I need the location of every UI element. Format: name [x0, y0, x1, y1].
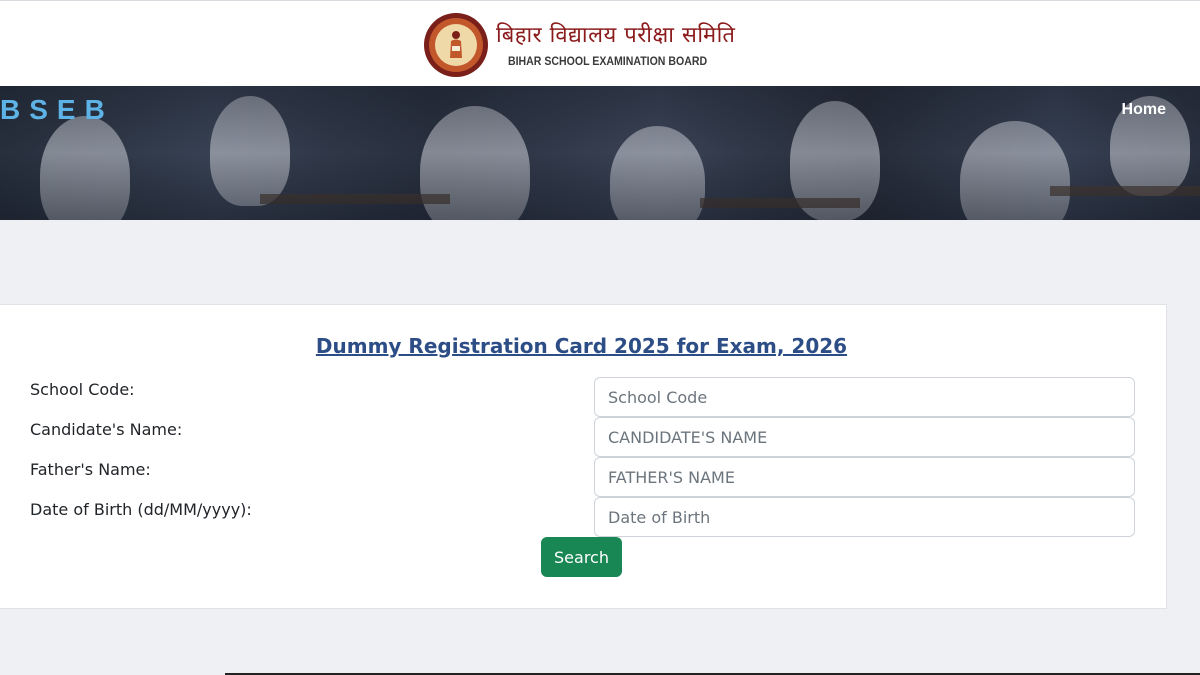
father-name-input[interactable]: [594, 457, 1135, 497]
site-logo[interactable]: बिहार विद्यालय परीक्षा समिति BIHAR SCHOO…: [424, 12, 735, 78]
dob-input[interactable]: [594, 497, 1135, 537]
bseb-emblem-icon: [424, 13, 488, 77]
navbar-brand[interactable]: BSEB: [0, 94, 114, 126]
search-button[interactable]: Search: [541, 537, 622, 577]
school-code-label: School Code:: [30, 380, 135, 399]
father-name-label: Father's Name:: [30, 460, 151, 479]
school-code-input[interactable]: [594, 377, 1135, 417]
candidate-name-label: Candidate's Name:: [30, 420, 183, 439]
hero-banner: BSEB Home: [0, 86, 1200, 220]
dob-label: Date of Birth (dd/MM/yyyy):: [30, 500, 252, 519]
nav-home-link[interactable]: Home: [1122, 101, 1166, 119]
top-header: बिहार विद्यालय परीक्षा समिति BIHAR SCHOO…: [0, 0, 1200, 86]
form-title: Dummy Registration Card 2025 for Exam, 2…: [315, 334, 848, 358]
english-board-title: BIHAR SCHOOL EXAMINATION BOARD: [508, 54, 708, 68]
hindi-board-title: बिहार विद्यालय परीक्षा समिति: [496, 23, 736, 48]
candidate-name-input[interactable]: [594, 417, 1135, 457]
